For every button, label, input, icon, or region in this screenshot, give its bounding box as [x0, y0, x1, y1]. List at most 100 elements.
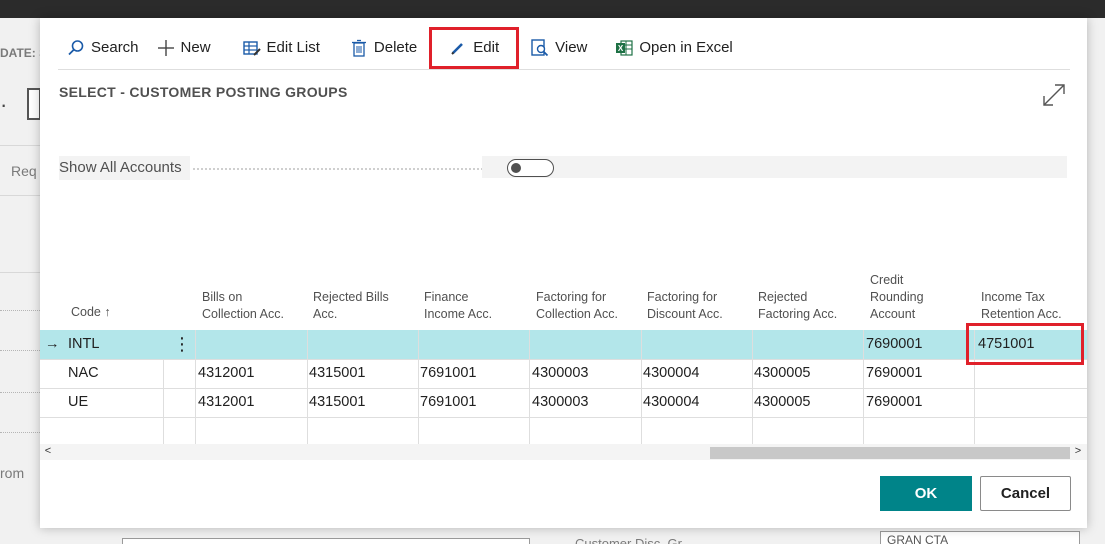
grid-line: [863, 330, 864, 444]
cell-credit-rounding[interactable]: 7690001: [866, 359, 922, 388]
cell-factoring-collection[interactable]: 4300003: [532, 388, 588, 417]
cell-factoring-discount[interactable]: 4300004: [643, 388, 699, 417]
view-button[interactable]: View: [522, 31, 596, 65]
header-line: Retention Acc.: [981, 307, 1062, 321]
view-icon: [531, 38, 549, 57]
scroll-right-arrow-icon[interactable]: >: [1072, 445, 1084, 457]
row-menu-icon[interactable]: ⋮: [173, 330, 191, 359]
grid-line: [418, 330, 419, 444]
background-dots: [0, 392, 40, 393]
cancel-button[interactable]: Cancel: [980, 476, 1071, 511]
plus-icon: [157, 39, 175, 57]
background-divider: [0, 195, 40, 196]
background-box: [27, 88, 41, 120]
edit-button[interactable]: Edit: [429, 26, 520, 69]
cell-credit-rounding[interactable]: 7690001: [866, 330, 922, 359]
field-dots: [193, 168, 483, 170]
app-top-bar: [0, 0, 1105, 18]
select-dialog: Search New Edit List Delete Edit View X …: [40, 18, 1087, 528]
page-title: SELECT - CUSTOMER POSTING GROUPS: [59, 84, 348, 100]
header-line: Acc.: [313, 307, 338, 321]
search-button[interactable]: Search: [58, 31, 148, 65]
background-req-label: Req: [11, 163, 37, 179]
header-line: Income Acc.: [424, 307, 493, 321]
header-line: Credit: [870, 273, 904, 287]
table-row-selected[interactable]: → INTL ⋮ 7690001 4751001: [40, 330, 1087, 359]
scroll-left-arrow-icon[interactable]: <: [42, 445, 54, 457]
cell-code[interactable]: UE: [68, 388, 88, 417]
header-line: Factoring for: [536, 290, 607, 304]
cell-rejected-factoring[interactable]: 4300005: [754, 388, 810, 417]
header-line: Discount Acc.: [647, 307, 723, 321]
show-all-accounts-label: Show All Accounts: [59, 156, 190, 180]
background-divider: [0, 272, 40, 273]
background-dots: [0, 350, 40, 351]
delete-button[interactable]: Delete: [341, 31, 426, 65]
cell-finance[interactable]: 7691001: [420, 359, 476, 388]
grid-line: [752, 330, 753, 444]
column-header-finance-income[interactable]: Finance Income Acc.: [424, 289, 492, 323]
cell-bills[interactable]: 4312001: [198, 388, 254, 417]
open-in-excel-label: Open in Excel: [639, 39, 733, 56]
ok-button[interactable]: OK: [880, 476, 972, 511]
toggle-knob: [511, 163, 521, 173]
cell-finance[interactable]: 7691001: [420, 388, 476, 417]
table-row[interactable]: NAC 4312001 4315001 7691001 4300003 4300…: [40, 359, 1087, 388]
column-header-factoring-collection[interactable]: Factoring for Collection Acc.: [536, 289, 618, 323]
background-divider: [0, 145, 40, 146]
header-line: Finance: [424, 290, 469, 304]
column-header-credit-rounding[interactable]: Credit Rounding Account: [870, 272, 924, 323]
svg-text:X: X: [618, 44, 624, 53]
background-dot: ·: [0, 92, 8, 117]
column-header-code[interactable]: Code ↑: [71, 304, 111, 321]
expand-icon[interactable]: [1041, 82, 1067, 108]
grid-line: [641, 330, 642, 444]
code-header-label: Code: [71, 305, 101, 319]
background-dots: [0, 432, 40, 433]
grid-line: [529, 330, 530, 444]
column-header-rejected-factoring[interactable]: Rejected Factoring Acc.: [758, 289, 837, 323]
background-dots: [0, 310, 40, 311]
column-header-bills-on-collection[interactable]: Bills on Collection Acc.: [202, 289, 284, 323]
cell-code[interactable]: NAC: [68, 359, 99, 388]
show-all-accounts-toggle[interactable]: [507, 159, 554, 177]
new-label: New: [180, 39, 211, 56]
header-line: Rejected: [758, 290, 808, 304]
cell-credit-rounding[interactable]: 7690001: [866, 388, 922, 417]
action-toolbar: Search New Edit List Delete Edit View X …: [58, 26, 1070, 70]
sort-ascending-icon: ↑: [104, 305, 111, 319]
header-line: Collection Acc.: [536, 307, 618, 321]
header-line: Factoring for: [647, 290, 718, 304]
column-header-rejected-bills[interactable]: Rejected Bills Acc.: [313, 289, 389, 323]
cell-factoring-collection[interactable]: 4300003: [532, 359, 588, 388]
cell-code[interactable]: INTL: [68, 330, 99, 359]
search-label: Search: [91, 39, 139, 56]
open-in-excel-button[interactable]: X Open in Excel: [606, 31, 741, 65]
grid-line: [40, 417, 1087, 418]
column-header-factoring-discount[interactable]: Factoring for Discount Acc.: [647, 289, 723, 323]
cell-factoring-discount[interactable]: 4300004: [643, 359, 699, 388]
header-line: Factoring Acc.: [758, 307, 838, 321]
header-line: Bills on: [202, 290, 243, 304]
edit-list-icon: [242, 39, 261, 57]
background-from-label: rom: [0, 465, 25, 481]
column-header-income-tax-retention[interactable]: Income Tax Retention Acc.: [981, 289, 1062, 323]
cell-rejected-bills[interactable]: 4315001: [309, 388, 365, 417]
edit-list-button[interactable]: Edit List: [234, 31, 329, 65]
cell-bills[interactable]: 4312001: [198, 359, 254, 388]
background-bottom-field: GRAN CTA: [880, 531, 1080, 544]
cell-rejected-bills[interactable]: 4315001: [309, 359, 365, 388]
grid-line: [40, 388, 1087, 389]
show-all-accounts-field: Show All Accounts: [59, 156, 1067, 180]
cell-rejected-factoring[interactable]: 4300005: [754, 359, 810, 388]
pencil-icon: [449, 39, 467, 57]
header-line: Account: [870, 307, 916, 321]
header-line: Rejected Bills: [313, 290, 389, 304]
table-row[interactable]: UE 4312001 4315001 7691001 4300003 43000…: [40, 388, 1087, 417]
grid-line: [195, 330, 196, 444]
new-button[interactable]: New: [148, 31, 220, 65]
header-line: Income Tax: [981, 290, 1045, 304]
trash-icon: [350, 39, 368, 57]
scrollbar-thumb[interactable]: [710, 447, 1070, 459]
background-input: [122, 538, 530, 544]
